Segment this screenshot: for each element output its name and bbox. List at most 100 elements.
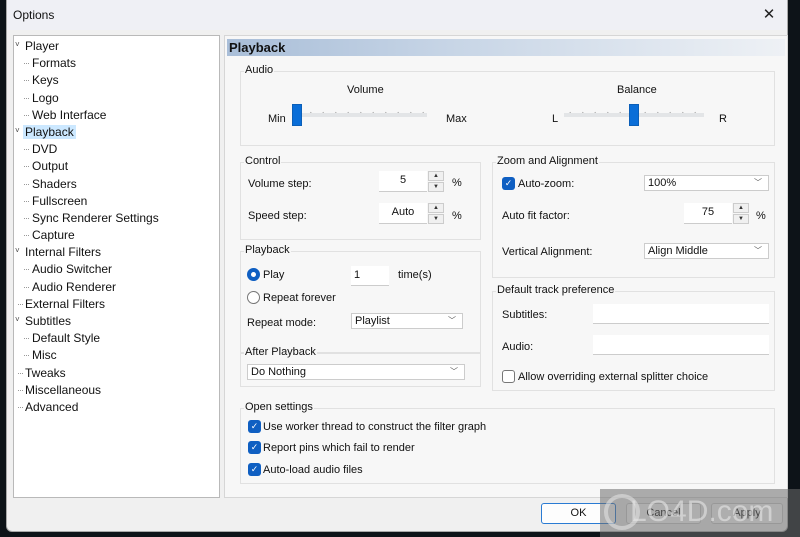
zoom-alignment-group: Zoom and Alignment ✓ Auto-zoom: 100% ﹀ A… bbox=[492, 155, 775, 278]
chevron-down-icon[interactable]: ˅ bbox=[15, 122, 20, 139]
vertical-alignment-value: Align Middle bbox=[648, 245, 708, 257]
tree-item-label: Capture bbox=[32, 228, 75, 243]
tree-item-label: External Filters bbox=[25, 296, 106, 311]
tree-item-label: Miscellaneous bbox=[25, 382, 102, 397]
tree-item-keys[interactable]: Keys bbox=[14, 72, 219, 89]
allow-override-label: Allow overriding external splitter choic… bbox=[518, 371, 709, 383]
report-pins-label: Report pins which fail to render bbox=[263, 442, 415, 454]
tree-item-internal-filters[interactable]: ˅ Internal Filters bbox=[14, 244, 219, 261]
arrow-up-icon[interactable]: ▲ bbox=[428, 203, 444, 213]
speed-step-input[interactable]: Auto bbox=[379, 203, 427, 224]
volume-slider[interactable] bbox=[292, 102, 427, 128]
tree-item-player[interactable]: ˅ Player bbox=[14, 38, 219, 55]
tree-item-fullscreen[interactable]: Fullscreen bbox=[14, 193, 219, 210]
tree-item-label: Logo bbox=[32, 90, 59, 105]
repeat-mode-value: Playlist bbox=[355, 315, 390, 327]
worker-thread-label: Use worker thread to construct the filte… bbox=[263, 421, 487, 433]
tree-item-label: Fullscreen bbox=[32, 193, 88, 208]
volume-label: Volume bbox=[347, 84, 384, 96]
options-window: Options ✕ ˅ Player Formats Keys Logo Web Inte… bbox=[6, 0, 788, 532]
vertical-alignment-select[interactable]: Align Middle ﹀ bbox=[644, 243, 769, 259]
auto-zoom-value: 100% bbox=[648, 177, 677, 189]
repeat-forever-radio[interactable] bbox=[247, 291, 260, 304]
tree-item-label: DVD bbox=[32, 142, 58, 157]
slider-track bbox=[292, 113, 427, 117]
close-icon[interactable]: ✕ bbox=[759, 5, 779, 25]
chevron-down-icon[interactable]: ˅ bbox=[15, 242, 20, 259]
tree-item-advanced[interactable]: Advanced bbox=[14, 399, 219, 416]
tree-item-capture[interactable]: Capture bbox=[14, 227, 219, 244]
repeat-mode-select[interactable]: Playlist ﹀ bbox=[351, 313, 463, 329]
auto-load-audio-label: Auto-load audio files bbox=[263, 464, 363, 476]
tree-item-label: Audio Switcher bbox=[32, 262, 113, 277]
volume-min-label: Min bbox=[268, 113, 286, 125]
tree-item-audio-renderer[interactable]: Audio Renderer bbox=[14, 279, 219, 296]
tree-item-tweaks[interactable]: Tweaks bbox=[14, 365, 219, 382]
tree-item-miscellaneous[interactable]: Miscellaneous bbox=[14, 382, 219, 399]
audio-input[interactable] bbox=[593, 335, 769, 355]
subtitles-label: Subtitles: bbox=[502, 309, 548, 321]
slider-thumb[interactable] bbox=[629, 104, 639, 126]
tree-item-sync-renderer-settings[interactable]: Sync Renderer Settings bbox=[14, 210, 219, 227]
auto-zoom-label: Auto-zoom: bbox=[518, 178, 575, 190]
volume-step-label: Volume step: bbox=[248, 178, 312, 190]
chevron-down-icon: ﹀ bbox=[448, 316, 456, 325]
tree-item-label: Sync Renderer Settings bbox=[32, 210, 159, 225]
tree-item-label: Output bbox=[32, 159, 69, 174]
auto-load-audio-checkbox[interactable]: ✓ bbox=[248, 463, 261, 476]
auto-fit-input[interactable]: 75 bbox=[684, 203, 732, 224]
subtitles-input[interactable] bbox=[593, 304, 769, 324]
play-times-input[interactable]: 1 bbox=[351, 266, 389, 286]
balance-slider[interactable] bbox=[564, 102, 704, 128]
arrow-down-icon[interactable]: ▼ bbox=[428, 214, 444, 224]
tree-item-playback[interactable]: ˅ Playback bbox=[14, 124, 219, 141]
tree-item-default-style[interactable]: Default Style bbox=[14, 330, 219, 347]
chevron-down-icon[interactable]: ˅ bbox=[15, 311, 20, 328]
settings-panel: Playback Audio Volume Min Max Balance L … bbox=[224, 35, 788, 498]
auto-zoom-select[interactable]: 100% ﹀ bbox=[644, 175, 769, 191]
watermark-text: LO4D.com bbox=[630, 495, 774, 528]
after-playback-value: Do Nothing bbox=[251, 366, 307, 378]
options-tree[interactable]: ˅ Player Formats Keys Logo Web Interface ˅ Play… bbox=[13, 35, 220, 498]
volume-max-label: Max bbox=[446, 113, 467, 125]
tree-item-dvd[interactable]: DVD bbox=[14, 141, 219, 158]
audio-group: Audio Volume Min Max Balance L R bbox=[240, 64, 775, 146]
group-title: Zoom and Alignment bbox=[496, 155, 599, 167]
tree-item-output[interactable]: Output bbox=[14, 158, 219, 175]
playback-group: Playback Play 1 time(s) Repeat forever R… bbox=[240, 244, 481, 353]
speed-step-label: Speed step: bbox=[248, 210, 307, 222]
tree-item-label: Formats bbox=[32, 56, 77, 71]
tree-item-formats[interactable]: Formats bbox=[14, 55, 219, 72]
volume-step-input[interactable]: 5 bbox=[379, 171, 427, 192]
arrow-down-icon[interactable]: ▼ bbox=[428, 182, 444, 192]
audio-label: Audio: bbox=[502, 341, 534, 353]
tree-item-logo[interactable]: Logo bbox=[14, 90, 219, 107]
tree-item-label: Internal Filters bbox=[25, 245, 102, 260]
after-playback-select[interactable]: Do Nothing ﹀ bbox=[247, 364, 465, 380]
tree-item-external-filters[interactable]: External Filters bbox=[14, 296, 219, 313]
report-pins-checkbox[interactable]: ✓ bbox=[248, 441, 261, 454]
arrow-down-icon[interactable]: ▼ bbox=[733, 214, 749, 224]
after-playback-group: After Playback Do Nothing ﹀ bbox=[240, 346, 481, 387]
slider-thumb[interactable] bbox=[292, 104, 302, 126]
tree-item-audio-switcher[interactable]: Audio Switcher bbox=[14, 261, 219, 278]
tree-item-label: Shaders bbox=[32, 176, 77, 191]
play-radio[interactable] bbox=[247, 268, 260, 281]
group-title: Open settings bbox=[244, 401, 314, 413]
chevron-down-icon[interactable]: ˅ bbox=[15, 36, 20, 53]
arrow-up-icon[interactable]: ▲ bbox=[733, 203, 749, 213]
tree-item-shaders[interactable]: Shaders bbox=[14, 176, 219, 193]
window-title: Options bbox=[13, 8, 55, 22]
arrow-up-icon[interactable]: ▲ bbox=[428, 171, 444, 181]
tree-item-web-interface[interactable]: Web Interface bbox=[14, 107, 219, 124]
allow-override-checkbox[interactable] bbox=[502, 370, 515, 383]
auto-zoom-checkbox[interactable]: ✓ bbox=[502, 177, 515, 190]
worker-thread-checkbox[interactable]: ✓ bbox=[248, 420, 261, 433]
tree-item-label: Subtitles bbox=[25, 314, 72, 328]
percent-label: % bbox=[452, 177, 462, 189]
tree-item-misc[interactable]: Misc bbox=[14, 347, 219, 364]
control-group: Control Volume step: 5 ▲ ▼ % Speed step:… bbox=[240, 155, 481, 240]
balance-right-label: R bbox=[719, 113, 727, 125]
title-bar: Options ✕ bbox=[7, 0, 787, 30]
tree-item-subtitles[interactable]: ˅ Subtitles bbox=[14, 313, 219, 330]
